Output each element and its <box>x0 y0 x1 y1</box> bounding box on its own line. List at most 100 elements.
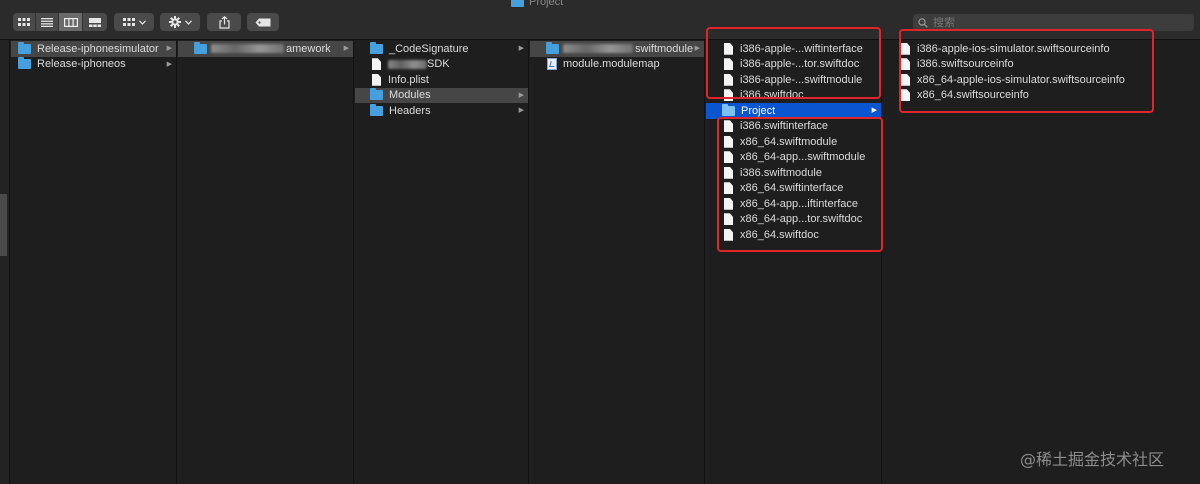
list-view-button[interactable] <box>36 13 59 31</box>
list-item[interactable]: module.modulemap <box>530 57 704 73</box>
item-label: x86_64-apple-ios-simulator.swiftsourcein… <box>917 73 1125 86</box>
chevron-right-icon: ▶ <box>343 45 349 52</box>
search-field[interactable] <box>913 14 1194 31</box>
list-item[interactable]: Release-iphonesimulator ▶ <box>11 41 176 57</box>
share-button[interactable] <box>207 13 241 31</box>
browser-column-2: amework ▶ <box>178 40 354 484</box>
tag-icon <box>255 18 271 26</box>
item-label: Info.plist <box>388 73 429 86</box>
gear-icon <box>168 16 181 28</box>
document-icon <box>724 228 733 241</box>
group-button[interactable] <box>114 13 154 31</box>
redacted-text <box>563 44 633 54</box>
watermark: @稀土掘金技术社区 <box>1020 450 1165 469</box>
list-item[interactable]: i386.swiftmodule <box>706 165 881 181</box>
action-button[interactable] <box>160 13 200 31</box>
gallery-view-button[interactable] <box>83 13 107 31</box>
item-label: _CodeSignature <box>389 42 469 55</box>
list-item[interactable]: swiftmodule ▶ <box>530 41 704 57</box>
browser-column-1: Release-iphonesimulator ▶ Release-iphone… <box>11 40 177 484</box>
folder-icon <box>546 41 559 54</box>
share-icon <box>218 15 230 29</box>
column-view-button[interactable] <box>59 13 83 31</box>
item-label: i386-apple-ios-simulator.swiftsourceinfo <box>917 42 1110 55</box>
list-item[interactable]: x86_64.swiftdoc <box>706 227 881 243</box>
list-item[interactable]: i386-apple-ios-simulator.swiftsourceinfo <box>883 41 1200 57</box>
folder-icon <box>722 103 735 116</box>
folder-icon <box>194 41 207 54</box>
redacted-text <box>211 44 284 54</box>
list-item[interactable]: x86_64-app...swiftmodule <box>706 150 881 166</box>
list-item[interactable]: Release-iphoneos ▶ <box>11 57 176 73</box>
item-label: i386-apple-...swiftmodule <box>740 73 863 86</box>
list-item[interactable]: i386-apple-...tor.swiftdoc <box>706 57 881 73</box>
chevron-down-icon <box>138 19 146 25</box>
document-icon <box>724 58 733 71</box>
list-item[interactable]: Headers ▶ <box>355 103 528 119</box>
search-icon <box>918 17 928 28</box>
search-input[interactable] <box>933 16 1183 29</box>
list-item[interactable]: x86_64-app...tor.swiftdoc <box>706 212 881 228</box>
list-item[interactable]: x86_64-apple-ios-simulator.swiftsourcein… <box>883 72 1200 88</box>
document-icon <box>901 58 910 71</box>
list-item[interactable]: _CodeSignature ▶ <box>355 41 528 57</box>
chevron-right-icon: ▶ <box>518 45 524 52</box>
folder-icon <box>370 41 383 54</box>
list-item[interactable]: amework ▶ <box>178 41 353 57</box>
browser-column-3: _CodeSignature ▶ SDK Info.plist Modules … <box>355 40 529 484</box>
list-item[interactable]: i386-apple-...wiftinterface <box>706 41 881 57</box>
item-label: Headers <box>389 104 431 117</box>
document-icon <box>901 89 910 102</box>
chevron-right-icon: ▶ <box>518 91 524 99</box>
document-icon <box>724 89 733 102</box>
list-item[interactable]: x86_64-app...iftinterface <box>706 196 881 212</box>
list-item[interactable]: Modules ▶ <box>355 87 528 103</box>
document-icon <box>372 73 381 86</box>
toolbar: Project <box>0 0 1200 40</box>
document-icon <box>372 58 381 71</box>
item-label: i386.swiftdoc <box>740 89 804 102</box>
list-item[interactable]: i386.swiftsourceinfo <box>883 57 1200 73</box>
folder-icon <box>370 88 383 101</box>
item-label: i386.swiftmodule <box>740 166 822 179</box>
list-item[interactable]: i386-apple-...swiftmodule <box>706 72 881 88</box>
icon-view-button[interactable] <box>13 13 36 31</box>
item-label: i386.swiftsourceinfo <box>917 58 1014 71</box>
list-item[interactable]: SDK <box>355 57 528 73</box>
window-title: Project <box>511 0 563 8</box>
document-icon <box>901 73 910 86</box>
sidebar-edge <box>0 40 10 484</box>
window-title-label: Project <box>529 0 564 8</box>
modulemap-icon <box>547 58 557 71</box>
document-icon <box>724 42 733 55</box>
list-item[interactable]: i386.swiftdoc <box>706 88 881 104</box>
item-label: x86_64-app...tor.swiftdoc <box>740 213 863 226</box>
item-label: i386-apple-...wiftinterface <box>740 42 863 55</box>
chevron-right-icon: ▶ <box>518 107 524 114</box>
item-label: x86_64.swiftmodule <box>740 135 838 148</box>
redacted-text <box>388 59 427 69</box>
chevron-right-icon: ▶ <box>871 107 877 114</box>
list-item[interactable]: x86_64.swiftsourceinfo <box>883 88 1200 104</box>
item-label: x86_64.swiftdoc <box>740 228 819 241</box>
gallery-view-icon <box>89 17 101 27</box>
chevron-right-icon: ▶ <box>694 45 700 52</box>
list-item[interactable]: Project ▶ <box>706 103 881 119</box>
tag-button[interactable] <box>247 13 279 31</box>
sidebar-scrollbar[interactable] <box>0 194 7 256</box>
document-icon <box>724 213 733 226</box>
item-label: x86_64.swiftinterface <box>740 182 844 195</box>
item-label: amework <box>286 42 331 55</box>
document-icon <box>724 120 733 133</box>
item-label: x86_64-app...swiftmodule <box>740 151 866 164</box>
folder-icon <box>18 41 31 54</box>
grid-icon <box>122 17 135 26</box>
list-item[interactable]: x86_64.swiftinterface <box>706 181 881 197</box>
item-label: i386-apple-...tor.swiftdoc <box>740 58 860 71</box>
list-item[interactable]: x86_64.swiftmodule <box>706 134 881 150</box>
list-item[interactable]: i386.swiftinterface <box>706 119 881 135</box>
document-icon <box>724 73 733 86</box>
item-label: SDK <box>427 58 450 71</box>
document-icon <box>724 182 733 195</box>
list-item[interactable]: Info.plist <box>355 72 528 88</box>
